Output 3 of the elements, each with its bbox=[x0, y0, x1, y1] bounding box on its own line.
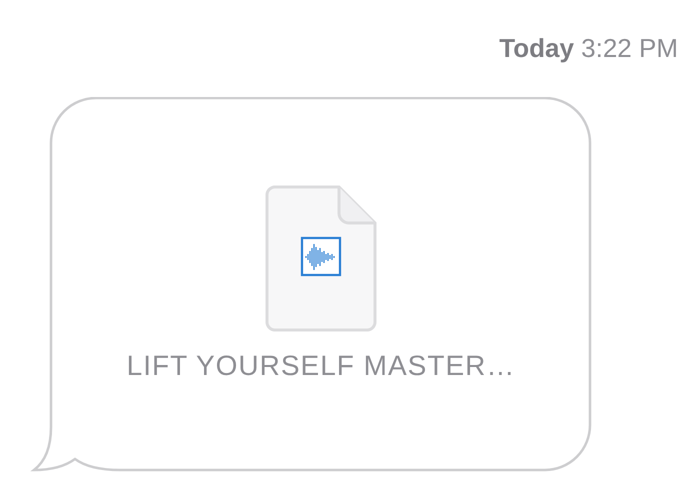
audio-file-icon[interactable] bbox=[265, 185, 377, 332]
message-timestamp: Today 3:22 PM bbox=[499, 33, 678, 64]
file-name: LIFT YOURSELF MASTER… bbox=[126, 350, 516, 382]
